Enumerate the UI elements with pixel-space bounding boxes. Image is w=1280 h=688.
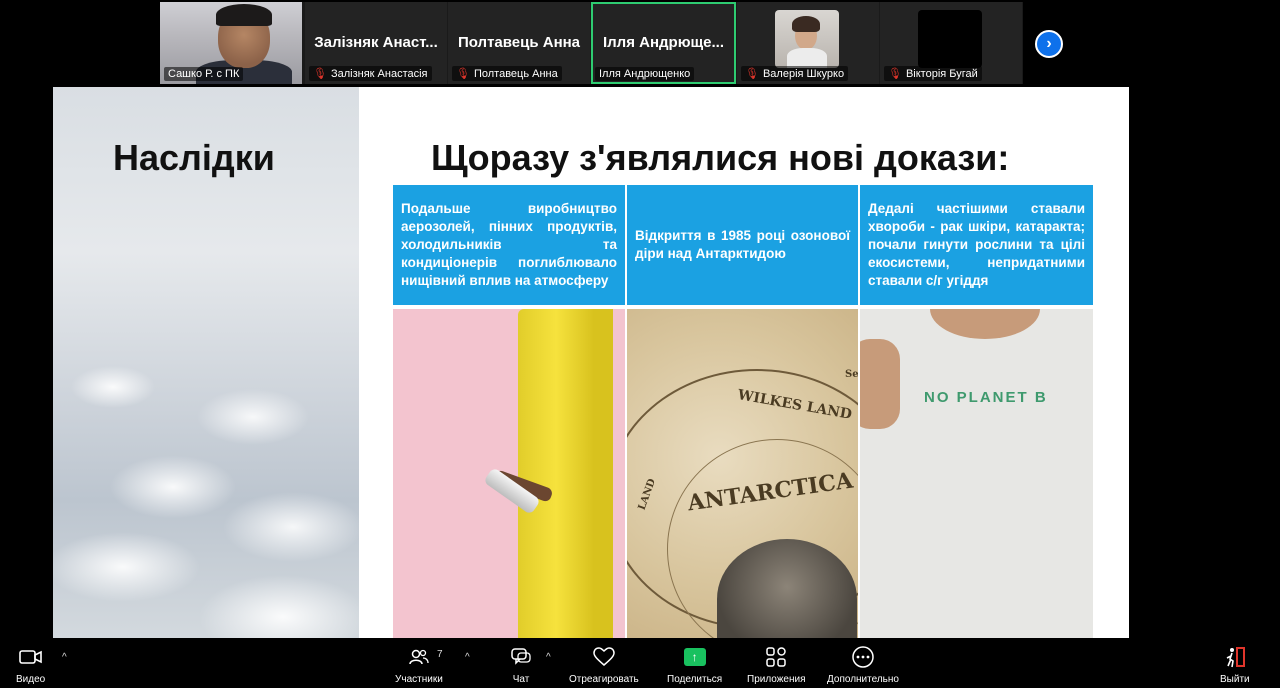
slide-left-title: Наслідки <box>113 137 275 178</box>
participant-tile[interactable]: Залізняк Анаст... 🎙 Залізняк Анастасія <box>305 2 447 84</box>
mic-muted-icon: 🎙 <box>745 68 759 80</box>
participants-button[interactable]: Участники <box>395 644 443 685</box>
chevron-right-icon: › <box>1046 35 1052 52</box>
participant-video-off <box>918 10 982 68</box>
aerosol-image <box>393 309 625 638</box>
shirt-text: NO PLANET B <box>924 389 1048 406</box>
participants-options-caret-icon[interactable]: ^ <box>465 652 470 663</box>
more-dots-icon <box>851 644 875 670</box>
evidence-table: Подальше виробництво аерозолей, пінних п… <box>393 185 1093 305</box>
share-screen-icon: ↑ <box>683 648 706 666</box>
next-participants-button[interactable]: › <box>1035 30 1063 58</box>
shared-screen-slide: Наслідки Щоразу з'являлися нові докази: … <box>53 87 1129 638</box>
evidence-images: WILKES LAND ANTARCTICA LAND Se NO PLANET… <box>393 309 1093 638</box>
table-cell: Відкриття в 1985 році озонової діри над … <box>627 185 858 305</box>
participant-name-label: 🎙 Залізняк Анастасія <box>309 66 432 81</box>
leave-button[interactable]: Выйти <box>1220 644 1250 685</box>
more-button[interactable]: Дополнительно <box>827 644 899 685</box>
participants-count: 7 <box>437 649 443 660</box>
participant-big-name: Полтавець Анна <box>457 34 581 51</box>
no-planet-b-shirt-image: NO PLANET B <box>860 309 1093 638</box>
apps-icon <box>765 644 787 670</box>
participant-name-label: 🎙 Полтавець Анна <box>452 66 562 81</box>
participant-name-label: 🎙 Вікторія Бугай <box>884 66 982 81</box>
share-screen-button[interactable]: ↑ Поделиться <box>667 644 722 685</box>
participants-icon <box>408 644 430 670</box>
meeting-toolbar: Видео ^ Участники 7 ^ Чат ^ Отреагироват… <box>0 638 1280 688</box>
participant-tile-active-speaker[interactable]: Ілля Андрюще... Ілля Андрющенко <box>591 2 736 84</box>
participant-name-label: Ілля Андрющенко <box>595 67 695 81</box>
mic-muted-icon: 🎙 <box>313 68 327 80</box>
globe-antarctica-image: WILKES LAND ANTARCTICA LAND Se <box>627 309 858 638</box>
participant-tile[interactable]: Сашко Р. с ПК <box>160 2 302 84</box>
table-cell: Подальше виробництво аерозолей, пінних п… <box>393 185 625 305</box>
participant-video <box>775 10 839 68</box>
participant-tile[interactable]: 🎙 Вікторія Бугай <box>880 2 1022 84</box>
chat-icon <box>510 644 532 670</box>
participant-name-label: Сашко Р. с ПК <box>164 67 244 81</box>
participant-name-label: 🎙 Валерія Шкурко <box>741 66 849 81</box>
mic-muted-icon: 🎙 <box>456 68 470 80</box>
video-button[interactable]: Видео <box>16 644 45 685</box>
chat-options-caret-icon[interactable]: ^ <box>546 652 551 663</box>
leave-exit-icon <box>1223 644 1247 670</box>
participant-big-name: Ілля Андрюще... <box>602 34 725 51</box>
participant-tile[interactable]: Полтавець Анна 🎙 Полтавець Анна <box>448 2 590 84</box>
participants-strip: Сашко Р. с ПК Залізняк Анаст... 🎙 Залізня… <box>160 2 1023 84</box>
participant-tile[interactable]: 🎙 Валерія Шкурко <box>737 2 879 84</box>
heart-icon <box>593 644 615 670</box>
participant-big-name: Залізняк Анаст... <box>314 34 438 51</box>
table-cell: Дедалі частішими ставали хвороби - рак ш… <box>860 185 1093 305</box>
chat-button[interactable]: Чат <box>510 644 532 685</box>
apps-button[interactable]: Приложения <box>747 644 806 685</box>
mic-muted-icon: 🎙 <box>888 68 902 80</box>
react-button[interactable]: Отреагировать <box>569 644 639 685</box>
slide-title: Щоразу з'являлися нові докази: <box>431 137 1010 178</box>
video-camera-icon <box>18 644 43 670</box>
video-options-caret-icon[interactable]: ^ <box>62 652 67 663</box>
